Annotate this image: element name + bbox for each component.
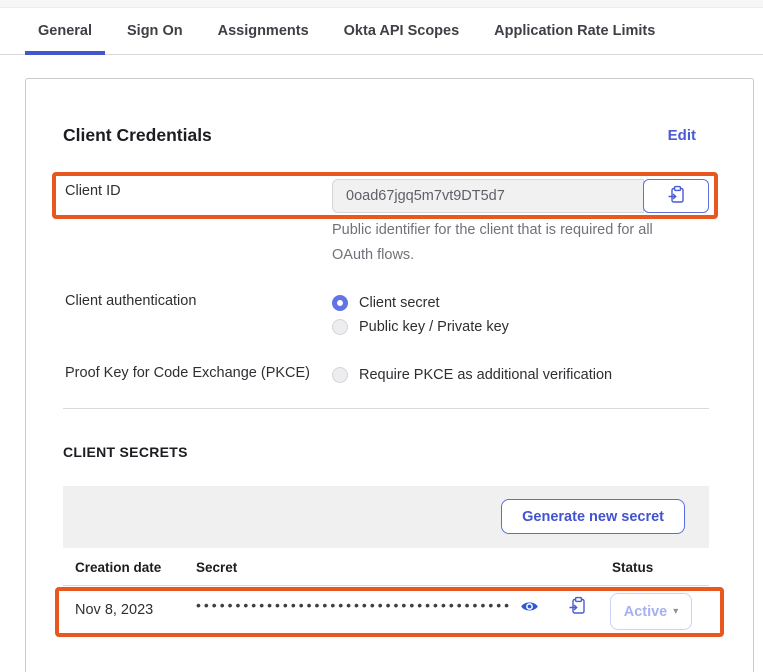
status-value: Active [624,604,668,620]
pkce-option-label: Require PKCE as additional verification [359,367,612,383]
eye-icon [520,603,539,620]
copy-secret-button[interactable] [568,596,587,620]
tab-bar: General Sign On Assignments Okta API Sco… [0,8,763,55]
table-header-border [63,585,709,586]
column-header-secret: Secret [196,560,237,575]
radio-option-client-secret[interactable]: Client secret [332,291,509,315]
section-title: Client Credentials [63,125,212,146]
clipboard-copy-icon [568,602,587,619]
masked-secret-value: •••••••••••••••••••••••••••••••••••••••• [196,597,512,613]
client-id-field[interactable] [332,179,644,213]
pkce-label: Proof Key for Code Exchange (PKCE) [65,365,310,381]
client-authentication-options: Client secret Public key / Private key [332,291,509,339]
client-secrets-toolbar: Generate new secret [63,486,709,548]
section-divider [63,408,709,409]
client-authentication-label: Client authentication [65,293,196,309]
clipboard-copy-icon [667,185,686,207]
column-header-creation-date: Creation date [75,560,161,575]
radio-option-public-private-key[interactable]: Public key / Private key [332,315,509,339]
tab-application-rate-limits[interactable]: Application Rate Limits [481,8,668,54]
status-dropdown[interactable]: Active ▾ [610,593,692,630]
tab-okta-api-scopes[interactable]: Okta API Scopes [331,8,473,54]
client-credentials-card: Client Credentials Edit Client ID Public… [25,78,754,672]
client-id-label: Client ID [65,183,121,199]
copy-client-id-button[interactable] [643,179,709,213]
pkce-option[interactable]: Require PKCE as additional verification [332,363,612,387]
client-secrets-title: CLIENT SECRETS [63,444,188,460]
tab-sign-on[interactable]: Sign On [114,8,196,54]
checkbox-unchecked-icon[interactable] [332,367,348,383]
tab-general[interactable]: General [25,8,105,54]
client-id-help-text: Public identifier for the client that is… [332,218,657,268]
secret-creation-date: Nov 8, 2023 [75,602,153,618]
radio-option-label: Client secret [359,295,440,311]
app-screen: General Sign On Assignments Okta API Sco… [0,0,763,672]
tab-assignments[interactable]: Assignments [205,8,322,54]
window-top-strip [0,0,763,8]
client-id-group [332,179,709,213]
generate-new-secret-button[interactable]: Generate new secret [501,499,685,534]
column-header-status: Status [612,560,653,575]
chevron-down-icon: ▾ [673,607,678,617]
radio-unselected-icon[interactable] [332,319,348,335]
reveal-secret-button[interactable] [520,597,539,621]
radio-option-label: Public key / Private key [359,319,509,335]
edit-link[interactable]: Edit [668,127,696,144]
radio-selected-icon[interactable] [332,295,348,311]
